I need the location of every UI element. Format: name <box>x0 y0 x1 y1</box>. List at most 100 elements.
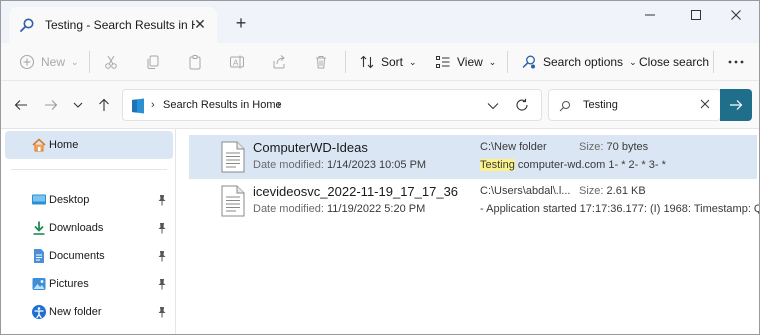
search-results-icon <box>132 98 144 114</box>
file-size-label: Size: <box>579 185 604 197</box>
refresh-button[interactable] <box>515 98 529 115</box>
sidebar-item-documents[interactable]: Documents <box>5 242 173 270</box>
file-size: Size: 70 bytes <box>579 141 648 153</box>
refresh-icon <box>516 98 528 111</box>
content-snippet: Testing computer-wd.com 1- * 2- * 3- * <box>480 159 666 171</box>
sidebar-item-new-folder[interactable]: New folder <box>5 298 173 326</box>
minimize-button[interactable] <box>627 1 673 29</box>
file-name: icevideosvc_2022-11-19_17_17_36 <box>253 184 459 199</box>
cut-button[interactable] <box>103 51 119 73</box>
chevron-right-icon[interactable]: › <box>277 99 281 111</box>
delete-button[interactable] <box>313 51 329 73</box>
cut-icon <box>105 55 117 69</box>
chevron-down-icon <box>73 102 83 108</box>
close-search-label: Close search <box>639 55 710 69</box>
date-modified: Date modified: 11/19/2022 5:20 PM <box>253 203 425 215</box>
sort-button[interactable]: Sort ⌄ <box>359 51 417 73</box>
search-options-icon <box>522 55 535 69</box>
forward-button[interactable] <box>41 95 61 115</box>
search-value: Testing <box>583 99 618 111</box>
date-modified-label: Date modified: <box>253 159 324 171</box>
paste-icon <box>189 55 201 70</box>
date-modified-value: 11/19/2022 5:20 PM <box>327 203 426 215</box>
file-size-label: Size: <box>579 141 604 153</box>
up-button[interactable] <box>94 95 114 115</box>
file-size-value: 70 bytes <box>606 141 649 153</box>
downloads-folder-icon <box>33 221 45 235</box>
sidebar-item-label: Desktop <box>49 194 90 206</box>
more-options-button[interactable] <box>727 51 745 73</box>
text-file-icon <box>221 185 245 217</box>
desktop-folder-icon <box>32 194 46 205</box>
file-size: Size: 2.61 KB <box>579 185 646 197</box>
file-size-value: 2.61 KB <box>606 185 646 197</box>
arrow-right-icon <box>730 100 743 110</box>
content-snippet: - Application started 17:17:36.177: (I) … <box>480 203 759 215</box>
search-icon <box>19 17 35 33</box>
close-search-button[interactable]: Close search <box>639 51 709 73</box>
search-options-label: Search options <box>543 55 624 69</box>
title-bar: Testing - Search Results in Ho ✕ + <box>1 1 759 43</box>
pin-icon <box>158 307 166 318</box>
sort-label: Sort <box>381 55 404 69</box>
search-hit-highlight: Testing <box>480 159 515 171</box>
sidebar-item-home[interactable]: Home <box>5 131 173 159</box>
search-input[interactable]: Testing <box>548 89 721 121</box>
search-go-button[interactable] <box>720 89 752 121</box>
more-icon <box>728 60 744 64</box>
new-tab-button[interactable]: + <box>231 13 251 33</box>
explorer-window: Testing - Search Results in Ho ✕ + New ⌄ <box>0 0 760 335</box>
address-bar[interactable]: › Search Results in Home › <box>122 89 542 121</box>
list-item[interactable]: ComputerWD-Ideas Date modified: 1/14/202… <box>189 135 757 179</box>
tab-title: Testing - Search Results in Ho <box>45 18 195 32</box>
copy-button[interactable] <box>145 51 161 73</box>
toolbar-divider <box>89 51 90 73</box>
file-name: ComputerWD-Ideas <box>253 140 368 155</box>
search-icon <box>559 101 570 112</box>
documents-folder-icon <box>34 249 44 263</box>
chevron-down-icon: ⌄ <box>488 56 497 67</box>
navigation-pane: Home Desktop Downloads Documents Picture… <box>1 129 176 334</box>
recent-locations-button[interactable] <box>68 95 88 115</box>
breadcrumb[interactable]: Search Results in Home <box>163 99 282 111</box>
text-file-icon <box>221 141 245 173</box>
pin-icon <box>158 279 166 290</box>
add-icon <box>19 54 35 70</box>
pin-icon <box>158 223 166 234</box>
chevron-down-icon: ⌄ <box>629 56 637 67</box>
chevron-down-icon: ⌄ <box>71 56 79 67</box>
search-results-list: ComputerWD-Ideas Date modified: 1/14/202… <box>177 129 759 334</box>
home-icon <box>32 138 46 152</box>
rename-button[interactable]: A <box>229 51 245 73</box>
sidebar-item-label: New folder <box>49 306 102 318</box>
sidebar-item-downloads[interactable]: Downloads <box>5 214 173 242</box>
rename-icon: A <box>230 55 244 69</box>
date-modified-value: 1/14/2023 10:05 PM <box>327 159 427 171</box>
address-row: › Search Results in Home › Testing <box>1 81 759 129</box>
new-folder-icon <box>32 305 46 319</box>
list-item[interactable]: icevideosvc_2022-11-19_17_17_36 Date mod… <box>189 179 759 223</box>
address-history-button[interactable] <box>487 100 499 114</box>
pictures-folder-icon <box>32 278 46 290</box>
snippet-text: computer-wd.com 1- * 2- * 3- * <box>514 159 666 171</box>
date-modified-label: Date modified: <box>253 203 324 215</box>
new-button[interactable]: New ⌄ <box>19 51 79 73</box>
close-window-button[interactable] <box>713 1 759 29</box>
command-bar: New ⌄ A Sort ⌄ View ⌄ Search options ⌄ C… <box>1 43 759 81</box>
paste-button[interactable] <box>187 51 203 73</box>
share-button[interactable] <box>271 51 287 73</box>
sidebar-item-pictures[interactable]: Pictures <box>5 270 173 298</box>
file-path: C:\New folder <box>480 141 547 153</box>
search-options-button[interactable]: Search options ⌄ <box>521 51 637 73</box>
close-tab-icon[interactable]: ✕ <box>193 16 207 32</box>
file-path: C:\Users\abdal\.l... <box>480 185 571 197</box>
view-button[interactable]: View ⌄ <box>435 51 496 73</box>
tab-search-results[interactable]: Testing - Search Results in Ho ✕ <box>9 7 217 43</box>
chevron-down-icon <box>487 103 499 110</box>
sidebar-item-label: Pictures <box>49 278 89 290</box>
arrow-up-icon <box>99 98 109 111</box>
copy-icon <box>147 55 159 69</box>
clear-search-button[interactable] <box>699 98 711 113</box>
sidebar-item-desktop[interactable]: Desktop <box>5 186 173 214</box>
back-button[interactable] <box>11 95 31 115</box>
